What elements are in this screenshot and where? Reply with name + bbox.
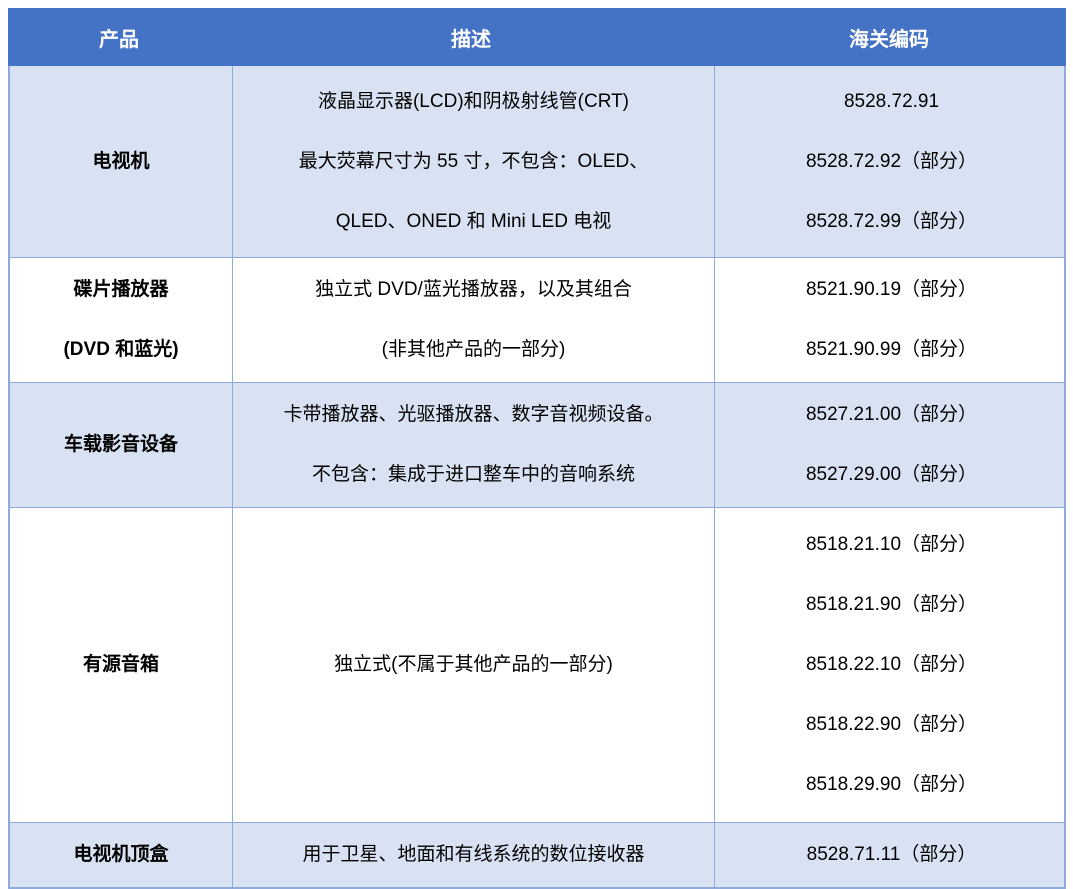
hs-code-line: 8527.21.00（部分） <box>806 385 977 445</box>
description-line: 卡带播放器、光驱播放器、数字音视频设备。 <box>283 385 663 445</box>
table-row-disc-players: 碟片播放器 (DVD 和蓝光) 独立式 DVD/蓝光播放器，以及其组合 (非其他… <box>10 257 1064 382</box>
hs-code-cell: 8528.71.11（部分） <box>714 823 1068 887</box>
hs-code-cell: 8527.21.00（部分） 8527.29.00（部分） <box>714 383 1068 507</box>
description-line: (非其他产品的一部分) <box>382 320 566 380</box>
table-body: 电视机 液晶显示器(LCD)和阴极射线管(CRT) 最大荧幕尺寸为 55 寸，不… <box>8 66 1066 889</box>
product-name-line2: (DVD 和蓝光) <box>63 320 178 380</box>
hs-code-line: 8521.90.19（部分） <box>806 260 977 320</box>
hs-code-line: 8527.29.00（部分） <box>806 445 977 505</box>
hs-code-line: 8528.72.91 <box>844 72 939 132</box>
hs-code-line: 8518.21.10（部分） <box>806 515 977 575</box>
column-header-description: 描述 <box>230 8 712 66</box>
table-row-set-top-box: 电视机顶盒 用于卫星、地面和有线系统的数位接收器 8528.71.11（部分） <box>10 822 1064 887</box>
description-cell: 液晶显示器(LCD)和阴极射线管(CRT) 最大荧幕尺寸为 55 寸，不包含：O… <box>232 66 714 257</box>
description-line: QLED、ONED 和 Mini LED 电视 <box>336 192 612 252</box>
product-cell: 车载影音设备 <box>10 383 232 507</box>
product-name: 有源音箱 <box>83 635 159 695</box>
hs-code-line: 8518.21.90（部分） <box>806 575 977 635</box>
hs-code-cell: 8521.90.19（部分） 8521.90.99（部分） <box>714 258 1068 382</box>
description-line: 用于卫星、地面和有线系统的数位接收器 <box>302 825 644 885</box>
product-cell: 电视机 <box>10 66 232 257</box>
product-cell: 电视机顶盒 <box>10 823 232 887</box>
hs-code-cell: 8528.72.91 8528.72.92（部分） 8528.72.99（部分） <box>714 66 1068 257</box>
product-cell: 有源音箱 <box>10 508 232 822</box>
product-name: 电视机 <box>92 132 149 192</box>
hs-code-line: 8528.72.92（部分） <box>806 132 977 192</box>
hs-code-cell: 8518.21.10（部分） 8518.21.90（部分） 8518.22.10… <box>714 508 1068 822</box>
description-cell: 用于卫星、地面和有线系统的数位接收器 <box>232 823 714 887</box>
hs-code-line: 8518.22.10（部分） <box>806 635 977 695</box>
description-line: 最大荧幕尺寸为 55 寸，不包含：OLED、 <box>299 132 648 192</box>
hs-code-line: 8528.72.99（部分） <box>806 192 977 252</box>
table-row-car-av: 车载影音设备 卡带播放器、光驱播放器、数字音视频设备。 不包含：集成于进口整车中… <box>10 382 1064 507</box>
product-name: 车载影音设备 <box>64 415 178 475</box>
description-line: 独立式(不属于其他产品的一部分) <box>334 635 613 695</box>
hs-code-line: 8518.22.90（部分） <box>806 695 977 755</box>
description-line: 液晶显示器(LCD)和阴极射线管(CRT) <box>318 72 629 132</box>
hs-code-line: 8521.90.99（部分） <box>806 320 977 380</box>
hs-code-line: 8528.71.11（部分） <box>807 825 977 885</box>
hs-code-table: 产品 描述 海关编码 电视机 液晶显示器(LCD)和阴极射线管(CRT) 最大荧… <box>8 8 1066 889</box>
table-row-powered-speakers: 有源音箱 独立式(不属于其他产品的一部分) 8518.21.10（部分） 851… <box>10 507 1064 822</box>
product-name: 电视机顶盒 <box>73 825 168 885</box>
product-name: 碟片播放器 <box>73 260 168 320</box>
column-header-product: 产品 <box>8 8 230 66</box>
hs-code-line: 8518.29.90（部分） <box>806 755 977 815</box>
product-cell: 碟片播放器 (DVD 和蓝光) <box>10 258 232 382</box>
table-row-tv: 电视机 液晶显示器(LCD)和阴极射线管(CRT) 最大荧幕尺寸为 55 寸，不… <box>10 66 1064 257</box>
description-line: 独立式 DVD/蓝光播放器，以及其组合 <box>315 260 632 320</box>
description-cell: 独立式 DVD/蓝光播放器，以及其组合 (非其他产品的一部分) <box>232 258 714 382</box>
column-header-hs-code: 海关编码 <box>712 8 1066 66</box>
description-line: 不包含：集成于进口整车中的音响系统 <box>312 445 635 505</box>
description-cell: 卡带播放器、光驱播放器、数字音视频设备。 不包含：集成于进口整车中的音响系统 <box>232 383 714 507</box>
table-header-row: 产品 描述 海关编码 <box>8 8 1066 66</box>
description-cell: 独立式(不属于其他产品的一部分) <box>232 508 714 822</box>
